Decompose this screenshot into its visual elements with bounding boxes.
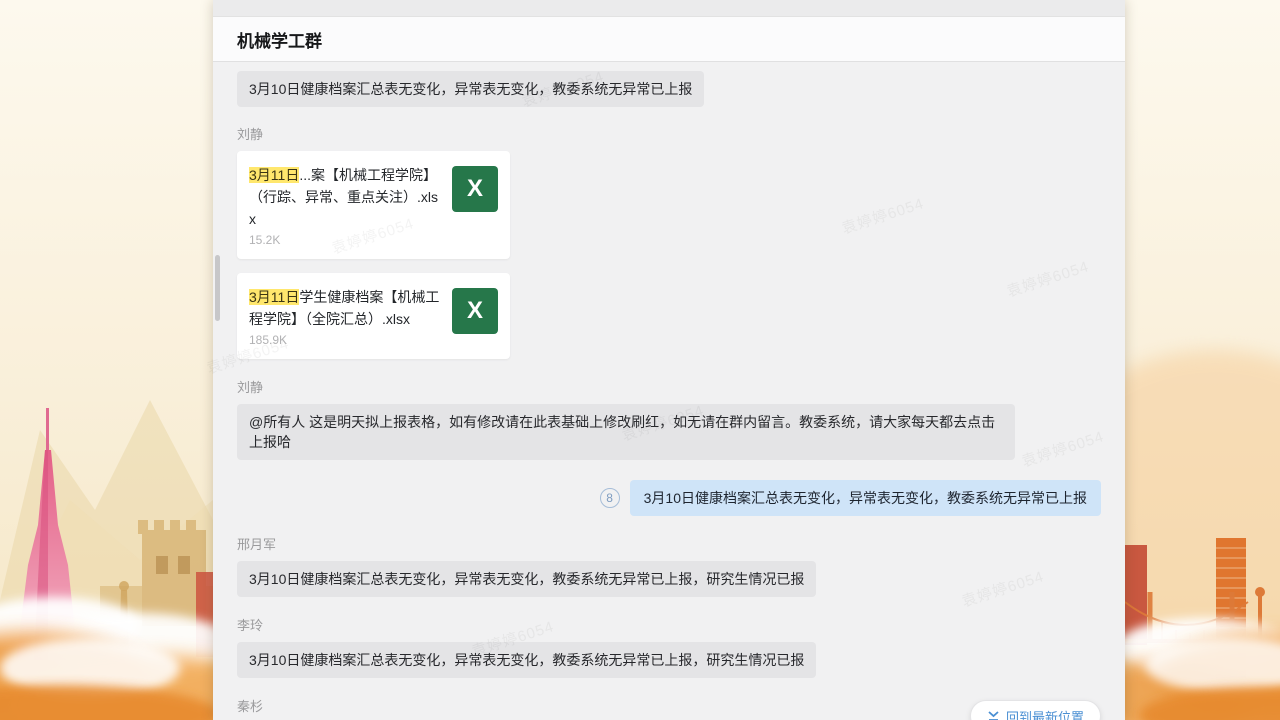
sender-name: 李玲 xyxy=(237,615,1101,634)
file-name: 3月11日...案【机械工程学院】（行踪、异常、重点关注）.xlsx xyxy=(249,164,442,230)
file-name: 3月11日学生健康档案【机械工程学院】（全院汇总）.xlsx xyxy=(249,286,442,330)
sender-name: 刘静 xyxy=(237,124,1101,143)
message-bubble: 3月10日健康档案汇总表无变化，异常表无变化，教委系统无异常已上报 xyxy=(237,71,704,107)
search-highlight: 3月11日 xyxy=(249,289,299,305)
excel-file-icon: X xyxy=(452,166,498,212)
scroll-to-bottom-icon xyxy=(987,710,1000,720)
file-info: 3月11日...案【机械工程学院】（行踪、异常、重点关注）.xlsx 15.2K xyxy=(249,164,442,247)
file-attachment[interactable]: 3月11日学生健康档案【机械工程学院】（全院汇总）.xlsx 185.9K X xyxy=(237,273,510,359)
chat-panel: 机械学工群 3月10日健康档案汇总表无变化，异常表无变化，教委系统无异常已上报 … xyxy=(213,0,1125,720)
back-to-latest-label: 回到最新位置 xyxy=(1006,707,1084,720)
search-highlight: 3月11日 xyxy=(249,167,299,183)
message-row: @所有人 这是明天拟上报表格，如有修改请在此表基础上修改刷红，如无请在群内留言。… xyxy=(237,404,1101,460)
message-bubble: 3月10日健康档案汇总表无变化，异常表无变化，教委系统无异常已上报，研究生情况已… xyxy=(237,561,816,597)
file-attachment[interactable]: 3月11日...案【机械工程学院】（行踪、异常、重点关注）.xlsx 15.2K… xyxy=(237,151,510,259)
own-message-bubble: 3月10日健康档案汇总表无变化，异常表无变化，教委系统无异常已上报 xyxy=(630,480,1101,516)
read-count-badge[interactable]: 8 xyxy=(600,488,620,508)
back-to-latest-button[interactable]: 回到最新位置 xyxy=(970,700,1101,720)
file-size: 185.9K xyxy=(249,333,442,347)
group-title: 机械学工群 xyxy=(237,27,322,52)
sender-name: 刘静 xyxy=(237,377,1101,396)
panel-top-strip xyxy=(213,0,1125,17)
message-bubble: @所有人 这是明天拟上报表格，如有修改请在此表基础上修改刷红，如无请在群内留言。… xyxy=(237,404,1015,460)
message-bubble: 3月10日健康档案汇总表无变化，异常表无变化，教委系统无异常已上报，研究生情况已… xyxy=(237,642,816,678)
excel-file-icon: X xyxy=(452,288,498,334)
chat-header: 机械学工群 xyxy=(213,17,1125,62)
message-row: 3月10日健康档案汇总表无变化，异常表无变化，教委系统无异常已上报，研究生情况已… xyxy=(237,561,1101,597)
own-message-row: 8 3月10日健康档案汇总表无变化，异常表无变化，教委系统无异常已上报 xyxy=(237,480,1101,516)
excel-icon-letter: X xyxy=(467,297,483,325)
scrollbar-thumb[interactable] xyxy=(215,255,220,321)
sender-name: 邢月军 xyxy=(237,534,1101,553)
message-row: 3月10日健康档案汇总表无变化，异常表无变化，教委系统无异常已上报，研究生情况已… xyxy=(237,642,1101,678)
excel-icon-letter: X xyxy=(467,175,483,203)
file-size: 15.2K xyxy=(249,233,442,247)
message-row: 3月10日健康档案汇总表无变化，异常表无变化，教委系统无异常已上报 xyxy=(237,71,1101,107)
file-info: 3月11日学生健康档案【机械工程学院】（全院汇总）.xlsx 185.9K xyxy=(249,286,442,347)
message-list: 3月10日健康档案汇总表无变化，异常表无变化，教委系统无异常已上报 刘静 3月1… xyxy=(213,62,1125,720)
